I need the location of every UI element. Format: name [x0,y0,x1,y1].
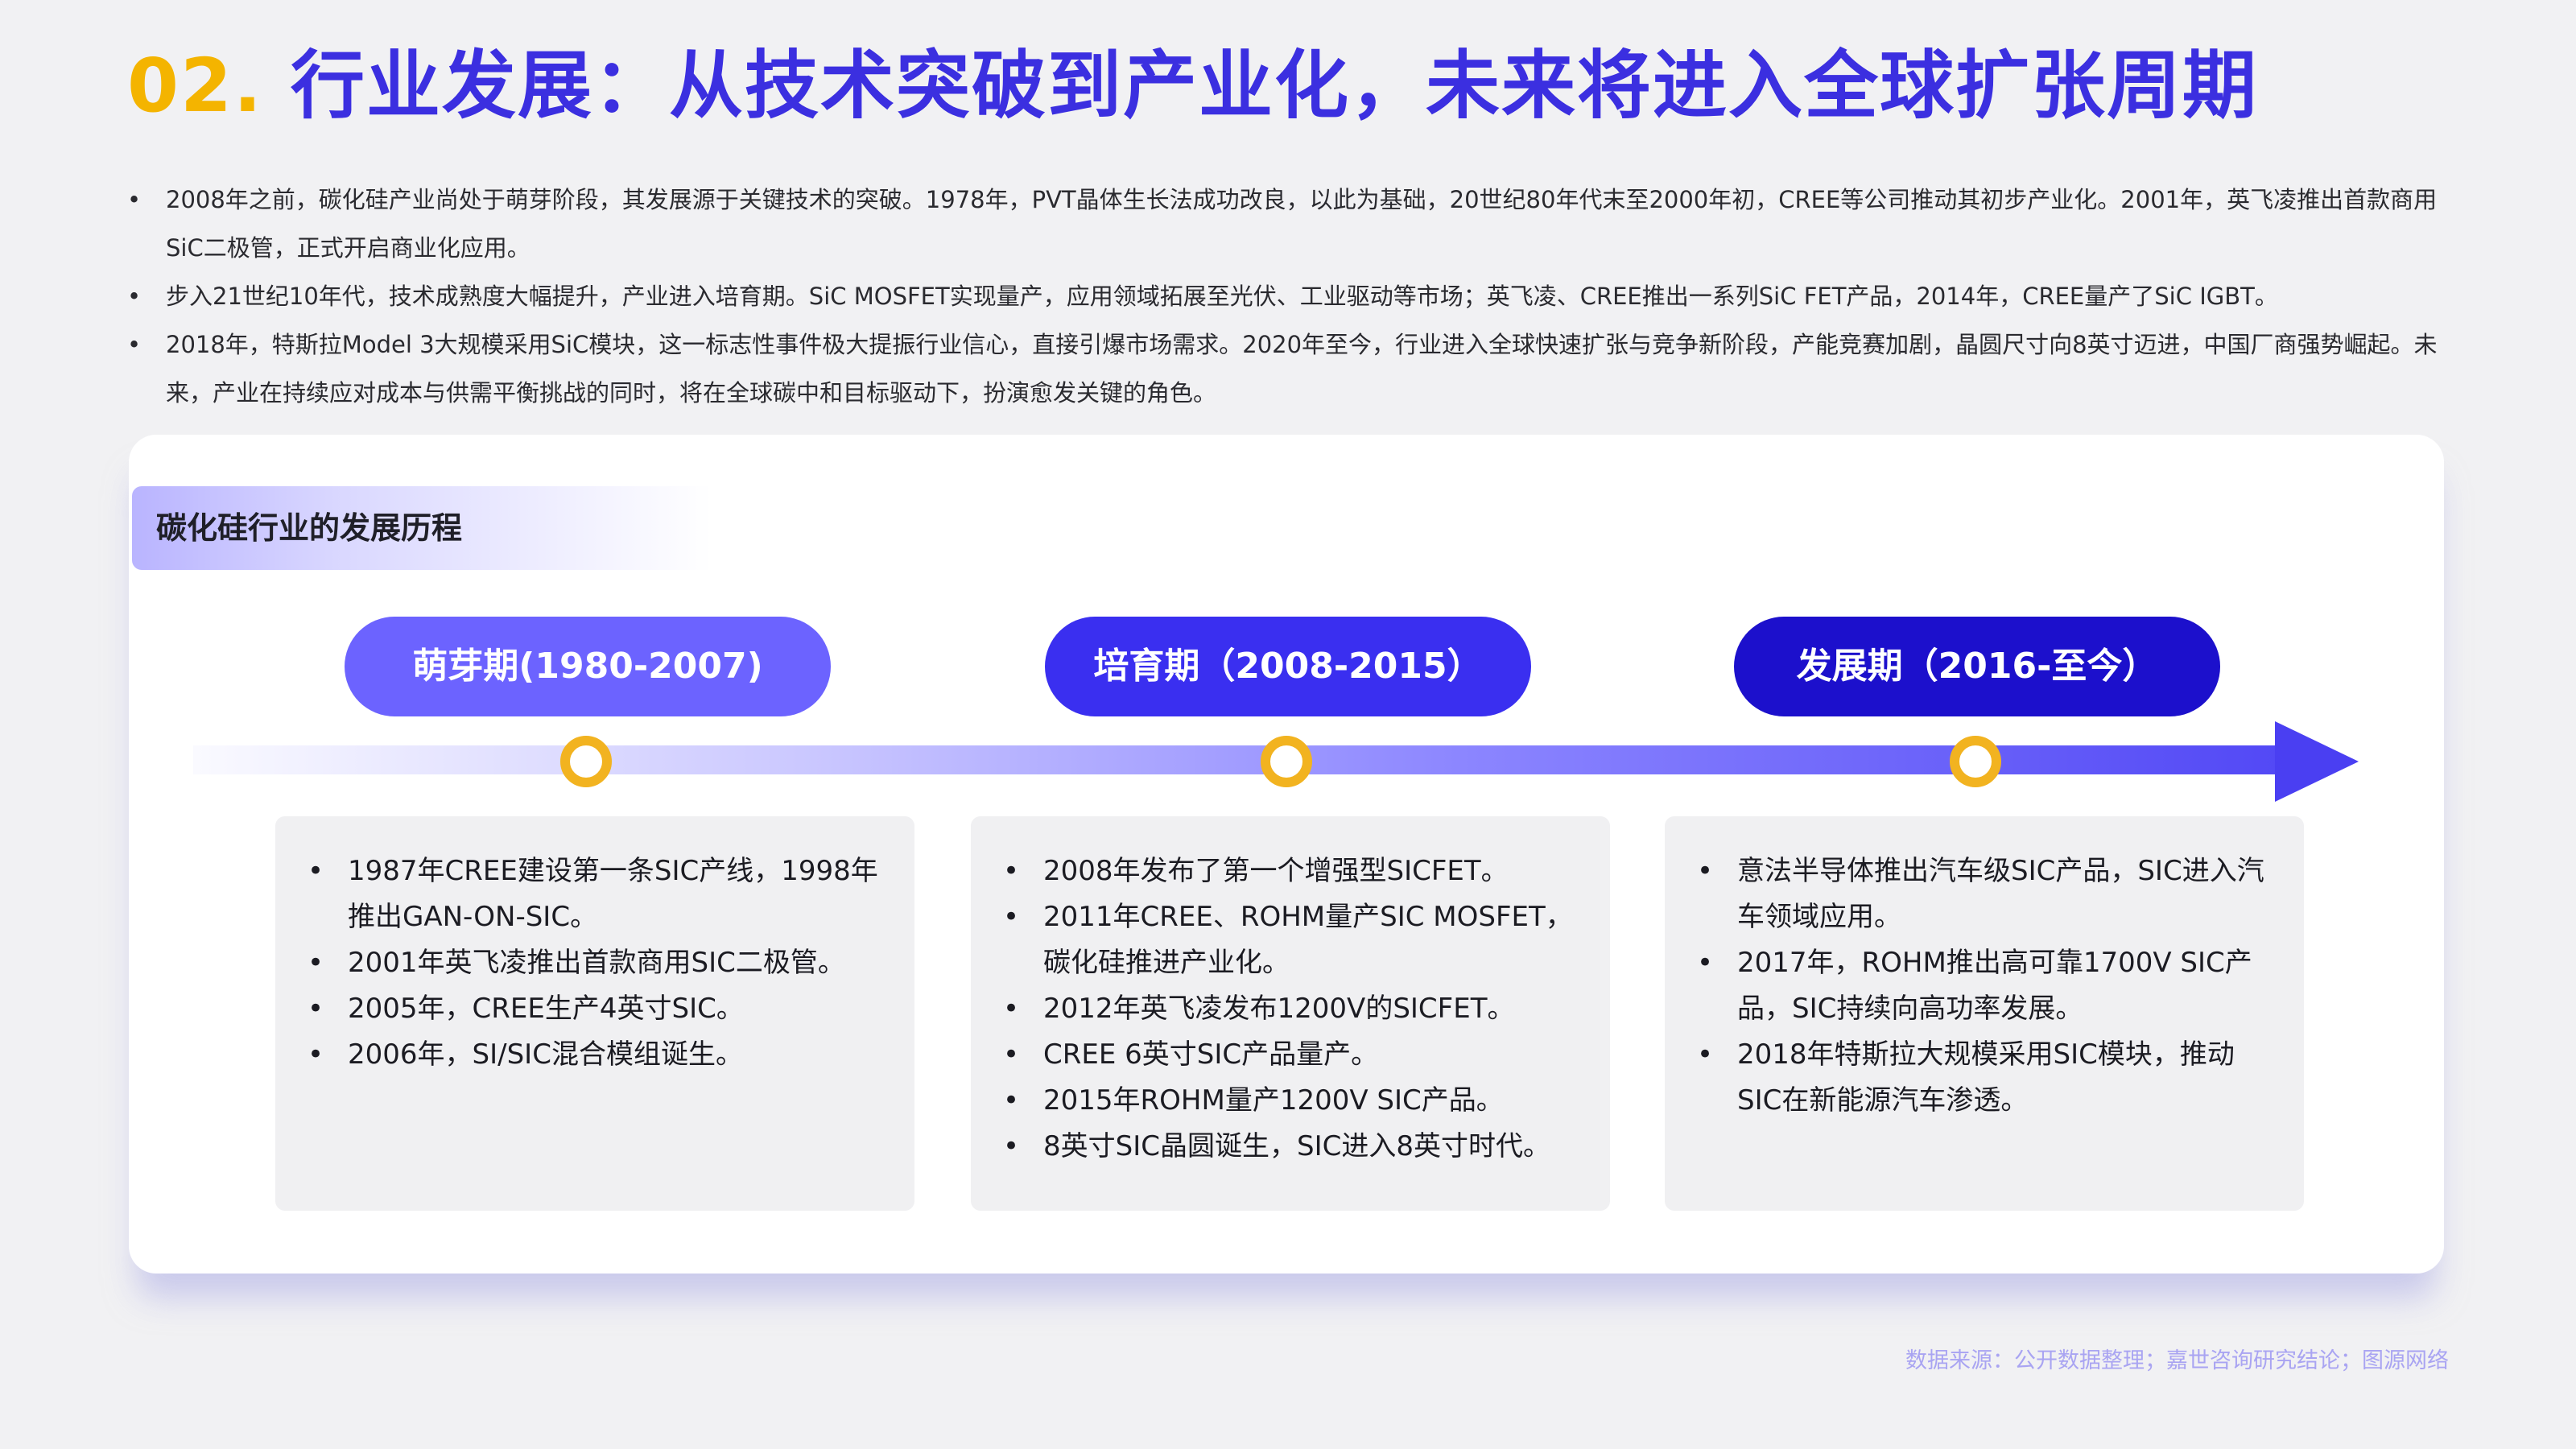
intro-list: 2008年之前，碳化硅产业尚处于萌芽阶段，其发展源于关键技术的突破。1978年，… [127,175,2462,435]
timeline-dot [1261,736,1312,787]
data-source-note: 数据来源：公开数据整理；嘉世咨询研究结论；图源网络 [1905,1348,2449,1373]
title-text: 行业发展：从技术突破到产业化，未来将进入全球扩张周期 [291,43,2259,129]
list-item: 2015年ROHM量产1200V SIC产品。 [1003,1078,1578,1124]
list-item: CREE 6英寸SIC产品量产。 [1003,1032,1578,1078]
list-item: 2006年，SI/SIC混合模组诞生。 [308,1032,882,1078]
phase-pill-nurturing: 培育期（2008-2015） [1045,617,1531,716]
section-number: 02. [127,43,263,129]
intro-item: 2018年，特斯拉Model 3大规模采用SiC模块，这一标志性事件极大提振行业… [127,320,2462,417]
list-item: 8英寸SIC晶圆诞生，SIC进入8英寸时代。 [1003,1124,1578,1170]
intro-item: 2008年之前，碳化硅产业尚处于萌芽阶段，其发展源于关键技术的突破。1978年，… [127,175,2462,272]
list-item: 2001年英飞凌推出首款商用SIC二极管。 [308,940,882,986]
phase-box-development: 意法半导体推出汽车级SIC产品，SIC进入汽车领域应用。 2017年，ROHM推… [1665,816,2304,1211]
phase-pill-development: 发展期（2016-至今） [1734,617,2220,716]
phase-box-budding: 1987年CREE建设第一条SIC产线，1998年推出GAN-ON-SIC。 2… [275,816,914,1211]
arrow-head-icon [2275,721,2359,802]
list-item: 2012年英飞凌发布1200V的SICFET。 [1003,986,1578,1032]
intro-item: 步入21世纪10年代，技术成熟度大幅提升，产业进入培育期。SiC MOSFET实… [127,272,2462,320]
phase-pill-budding: 萌芽期(1980-2007) [345,617,831,716]
list-item: 意法半导体推出汽车级SIC产品，SIC进入汽车领域应用。 [1697,848,2272,940]
page-title: 02. 行业发展：从技术突破到产业化，未来将进入全球扩张周期 [127,42,2258,130]
section-tag: 碳化硅行业的发展历程 [132,486,712,570]
list-item: 2018年特斯拉大规模采用SIC模块，推动SIC在新能源汽车渗透。 [1697,1032,2272,1124]
list-item: 1987年CREE建设第一条SIC产线，1998年推出GAN-ON-SIC。 [308,848,882,940]
timeline-dot [1950,736,2001,787]
list-item: 2017年，ROHM推出高可靠1700V SIC产品，SIC持续向高功率发展。 [1697,940,2272,1032]
list-item: 2011年CREE、ROHM量产SIC MOSFET，碳化硅推进产业化。 [1003,894,1578,986]
list-item: 2005年，CREE生产4英寸SIC。 [308,986,882,1032]
list-item: 2008年发布了第一个增强型SICFET。 [1003,848,1578,894]
phase-box-nurturing: 2008年发布了第一个增强型SICFET。 2011年CREE、ROHM量产SI… [971,816,1610,1211]
timeline-dot [560,736,612,787]
